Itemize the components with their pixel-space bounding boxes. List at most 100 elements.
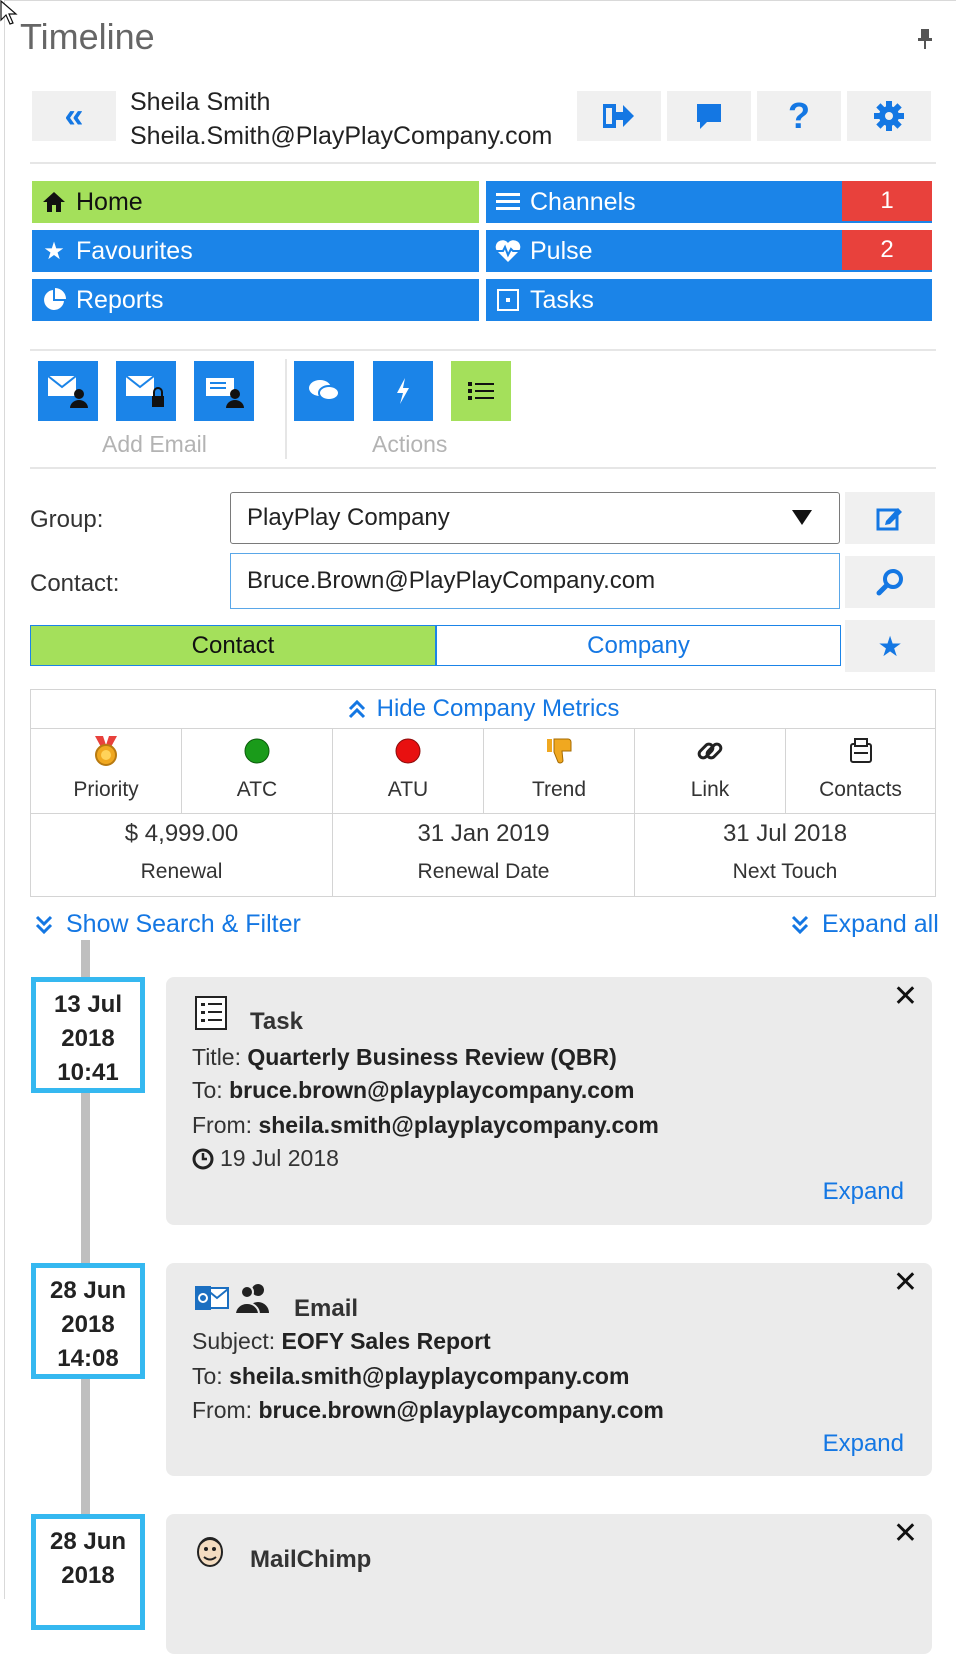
expand-link[interactable]: Expand bbox=[823, 1178, 904, 1206]
metric-atc[interactable]: ATC bbox=[182, 728, 333, 814]
company-tab[interactable]: Company bbox=[436, 625, 841, 666]
nav-channels-label: Channels bbox=[530, 187, 636, 216]
logout-icon bbox=[603, 104, 634, 128]
logout-button[interactable] bbox=[577, 91, 661, 141]
hide-metrics-toggle[interactable]: Hide Company Metrics bbox=[31, 690, 935, 729]
double-chevron-up-icon bbox=[348, 699, 365, 719]
quick-action-button[interactable] bbox=[373, 361, 433, 421]
metric-label: Contacts bbox=[819, 778, 902, 801]
nav-pulse-label: Pulse bbox=[530, 236, 593, 265]
card-type: MailChimp bbox=[250, 1546, 372, 1573]
metric-value-label: Renewal bbox=[140, 860, 223, 883]
settings-button[interactable] bbox=[847, 91, 931, 141]
date-year: 2018 bbox=[61, 1025, 115, 1052]
nav-tasks[interactable]: Tasks bbox=[486, 279, 932, 321]
star-icon: ★ bbox=[877, 630, 903, 662]
close-icon[interactable]: ✕ bbox=[893, 1265, 918, 1300]
chat-bubbles-icon bbox=[309, 380, 340, 401]
metric-value-label: Next Touch bbox=[732, 860, 838, 883]
card-row: Subject: EOFY Sales Report bbox=[192, 1328, 491, 1354]
list-icon bbox=[468, 382, 494, 400]
nav-home-label: Home bbox=[76, 187, 143, 216]
back-icon: « bbox=[64, 97, 84, 135]
expand-all-link[interactable]: Expand all bbox=[790, 910, 939, 939]
panel-title: Timeline bbox=[20, 16, 155, 57]
date-year: 2018 bbox=[61, 1311, 115, 1338]
show-search-label: Show Search & Filter bbox=[66, 910, 301, 938]
search-contact-button[interactable] bbox=[845, 556, 935, 608]
nav-home[interactable]: Home bbox=[32, 181, 479, 223]
medal-icon bbox=[95, 736, 117, 766]
tasks-icon bbox=[494, 289, 522, 311]
home-icon bbox=[40, 191, 68, 213]
contact-label: Contact: bbox=[30, 570, 120, 597]
list-action-button[interactable] bbox=[451, 361, 511, 421]
help-button[interactable]: ? bbox=[757, 91, 841, 141]
date-day: 28 Jun bbox=[49, 1277, 127, 1304]
card-due-row: 19 Jul 2018 bbox=[192, 1145, 339, 1172]
expand-link[interactable]: Expand bbox=[823, 1430, 904, 1458]
chat-icon bbox=[697, 104, 721, 129]
nav-tasks-label: Tasks bbox=[530, 285, 594, 314]
metric-label: Trend bbox=[531, 778, 587, 801]
green-dot-icon bbox=[244, 738, 270, 764]
nav-favourites[interactable]: ★ Favourites bbox=[32, 230, 479, 272]
favourite-contact-button[interactable]: ★ bbox=[845, 620, 935, 672]
back-button[interactable]: « bbox=[32, 91, 116, 141]
contact-value: Bruce.Brown@PlayPlayCompany.com bbox=[247, 567, 656, 594]
nav-favourites-label: Favourites bbox=[76, 236, 193, 265]
pie-chart-icon bbox=[40, 287, 68, 313]
add-card-contact-button[interactable] bbox=[194, 361, 254, 421]
timeline-card-task: ✕ Task Title: Quarterly Business Review … bbox=[166, 977, 932, 1225]
group-value: PlayPlay Company bbox=[247, 504, 450, 531]
metric-link[interactable]: Link bbox=[635, 728, 786, 814]
metric-trend[interactable]: Trend bbox=[484, 728, 635, 814]
timeline-date: 28 Jun 2018 14:08 bbox=[31, 1263, 145, 1379]
metric-priority[interactable]: Priority bbox=[31, 728, 182, 814]
timeline-card-mailchimp: ✕ MailChimp bbox=[166, 1514, 932, 1654]
timeline-card-email: ✕ Email Subject: EOFY Sales Report To: s… bbox=[166, 1263, 932, 1476]
contacts-icon bbox=[849, 738, 872, 763]
close-icon[interactable]: ✕ bbox=[893, 1516, 918, 1551]
nav-reports[interactable]: Reports bbox=[32, 279, 479, 321]
pin-icon[interactable] bbox=[916, 28, 934, 56]
metric-renewal: $ 4,999.00 Renewal bbox=[31, 814, 333, 896]
hide-metrics-label: Hide Company Metrics bbox=[376, 695, 620, 722]
card-row: To: bruce.brown@playplaycompany.com bbox=[192, 1077, 635, 1103]
card-row: Title: Quarterly Business Review (QBR) bbox=[192, 1044, 617, 1070]
timeline-date: 13 Jul 2018 10:41 bbox=[31, 977, 145, 1093]
metric-label: ATU bbox=[387, 778, 429, 801]
mouse-cursor-icon bbox=[0, 0, 18, 31]
add-email-label: Add Email bbox=[102, 431, 207, 457]
contact-tab[interactable]: Contact bbox=[30, 625, 436, 666]
add-email-contact-button[interactable] bbox=[38, 361, 98, 421]
metric-atu[interactable]: ATU bbox=[333, 728, 484, 814]
contact-tab-label: Contact bbox=[191, 631, 275, 659]
company-metrics: Hide Company Metrics Priority ATC ATU Tr… bbox=[30, 689, 936, 897]
actions-label: Actions bbox=[372, 431, 448, 457]
expand-all-label: Expand all bbox=[822, 910, 939, 938]
add-email-lock-button[interactable] bbox=[116, 361, 176, 421]
settings-icon bbox=[874, 101, 904, 131]
channels-badge: 1 bbox=[842, 181, 932, 221]
chat-action-button[interactable] bbox=[294, 361, 354, 421]
metric-contacts[interactable]: Contacts bbox=[786, 728, 935, 814]
close-icon[interactable]: ✕ bbox=[893, 979, 918, 1014]
date-day: 28 Jun bbox=[49, 1528, 127, 1555]
metric-label: ATC bbox=[236, 778, 278, 801]
contact-input[interactable]: Bruce.Brown@PlayPlayCompany.com bbox=[230, 553, 840, 609]
nav-pulse[interactable]: Pulse 2 bbox=[486, 230, 932, 272]
divider bbox=[30, 349, 936, 351]
card-person-icon bbox=[206, 378, 244, 408]
edit-icon bbox=[876, 508, 902, 531]
chat-button[interactable] bbox=[667, 91, 751, 141]
show-search-filter-link[interactable]: Show Search & Filter bbox=[34, 910, 301, 939]
nav-channels[interactable]: Channels 1 bbox=[486, 181, 932, 223]
divider bbox=[30, 467, 936, 469]
email-person-icon bbox=[47, 375, 88, 408]
pulse-badge: 2 bbox=[842, 230, 932, 270]
double-chevron-down-icon bbox=[791, 915, 809, 934]
menu-icon bbox=[494, 192, 522, 212]
edit-group-button[interactable] bbox=[845, 492, 935, 544]
group-select[interactable]: PlayPlay Company bbox=[230, 492, 840, 544]
